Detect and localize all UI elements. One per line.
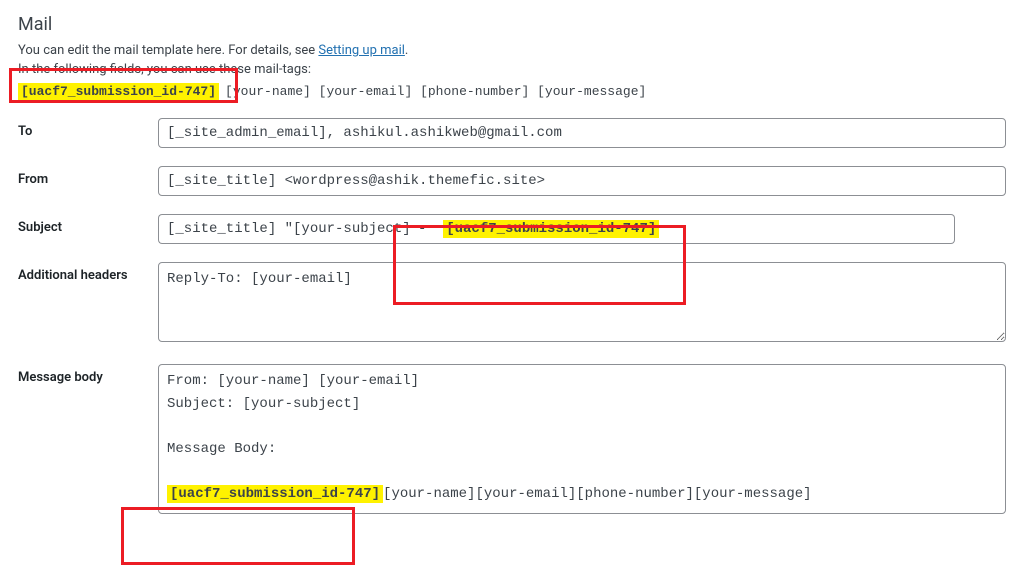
body-line-blank1 — [167, 416, 997, 438]
intro-prefix: You can edit the mail template here. For… — [18, 43, 318, 58]
label-body: Message body — [18, 364, 158, 385]
from-field[interactable] — [158, 166, 1006, 196]
body-mail-tag: [uacf7_submission_id-747] — [167, 485, 383, 503]
body-line-blank2 — [167, 462, 997, 484]
mail-settings-panel: Mail You can edit the mail template here… — [0, 0, 1024, 532]
body-line-from: From: [your-name] [your-email] — [167, 371, 997, 393]
row-body: Message body From: [your-name] [your-ema… — [18, 364, 1006, 514]
subject-pretext: [_site_title] "[your-subject]" — [158, 214, 412, 244]
to-field[interactable] — [158, 118, 1006, 148]
row-to: To — [18, 118, 1006, 148]
body-rest-tags: [your-name][your-email][phone-number][yo… — [383, 486, 811, 502]
body-line-tags: [uacf7_submission_id-747][your-name][you… — [167, 484, 997, 506]
mail-tags-list: [uacf7_submission_id-747] [your-name] [y… — [18, 83, 1006, 100]
subject-tail — [665, 214, 955, 244]
body-line-msgbody-label: Message Body: — [167, 439, 997, 461]
subject-mid: - [uacf7_submission_id-747] — [412, 214, 665, 244]
annotation-box-body — [121, 507, 355, 565]
mail-tag-submission-id[interactable]: [uacf7_submission_id-747] — [18, 83, 219, 100]
setting-up-mail-link[interactable]: Setting up mail — [318, 43, 404, 58]
label-subject: Subject — [18, 214, 158, 235]
body-line-subject: Subject: [your-subject] — [167, 394, 997, 416]
headers-field[interactable]: Reply-To: [your-email] — [158, 262, 1006, 342]
row-subject: Subject [_site_title] "[your-subject]"- … — [18, 214, 1006, 244]
section-title: Mail — [18, 14, 1006, 35]
row-from: From — [18, 166, 1006, 196]
label-headers: Additional headers — [18, 262, 158, 283]
intro-text: You can edit the mail template here. For… — [18, 43, 1006, 58]
label-to: To — [18, 118, 158, 139]
label-from: From — [18, 166, 158, 187]
subject-field[interactable]: [_site_title] "[your-subject]"- [uacf7_s… — [158, 214, 1006, 244]
body-field[interactable]: From: [your-name] [your-email] Subject: … — [158, 364, 1006, 514]
row-headers: Additional headers Reply-To: [your-email… — [18, 262, 1006, 346]
intro-suffix: . — [405, 43, 408, 58]
mail-tags-intro: In the following fields, you can use the… — [18, 62, 1006, 77]
subject-mail-tag: [uacf7_submission_id-747] — [443, 220, 659, 238]
mail-tag-rest[interactable]: [your-name] [your-email] [phone-number] … — [225, 84, 646, 99]
